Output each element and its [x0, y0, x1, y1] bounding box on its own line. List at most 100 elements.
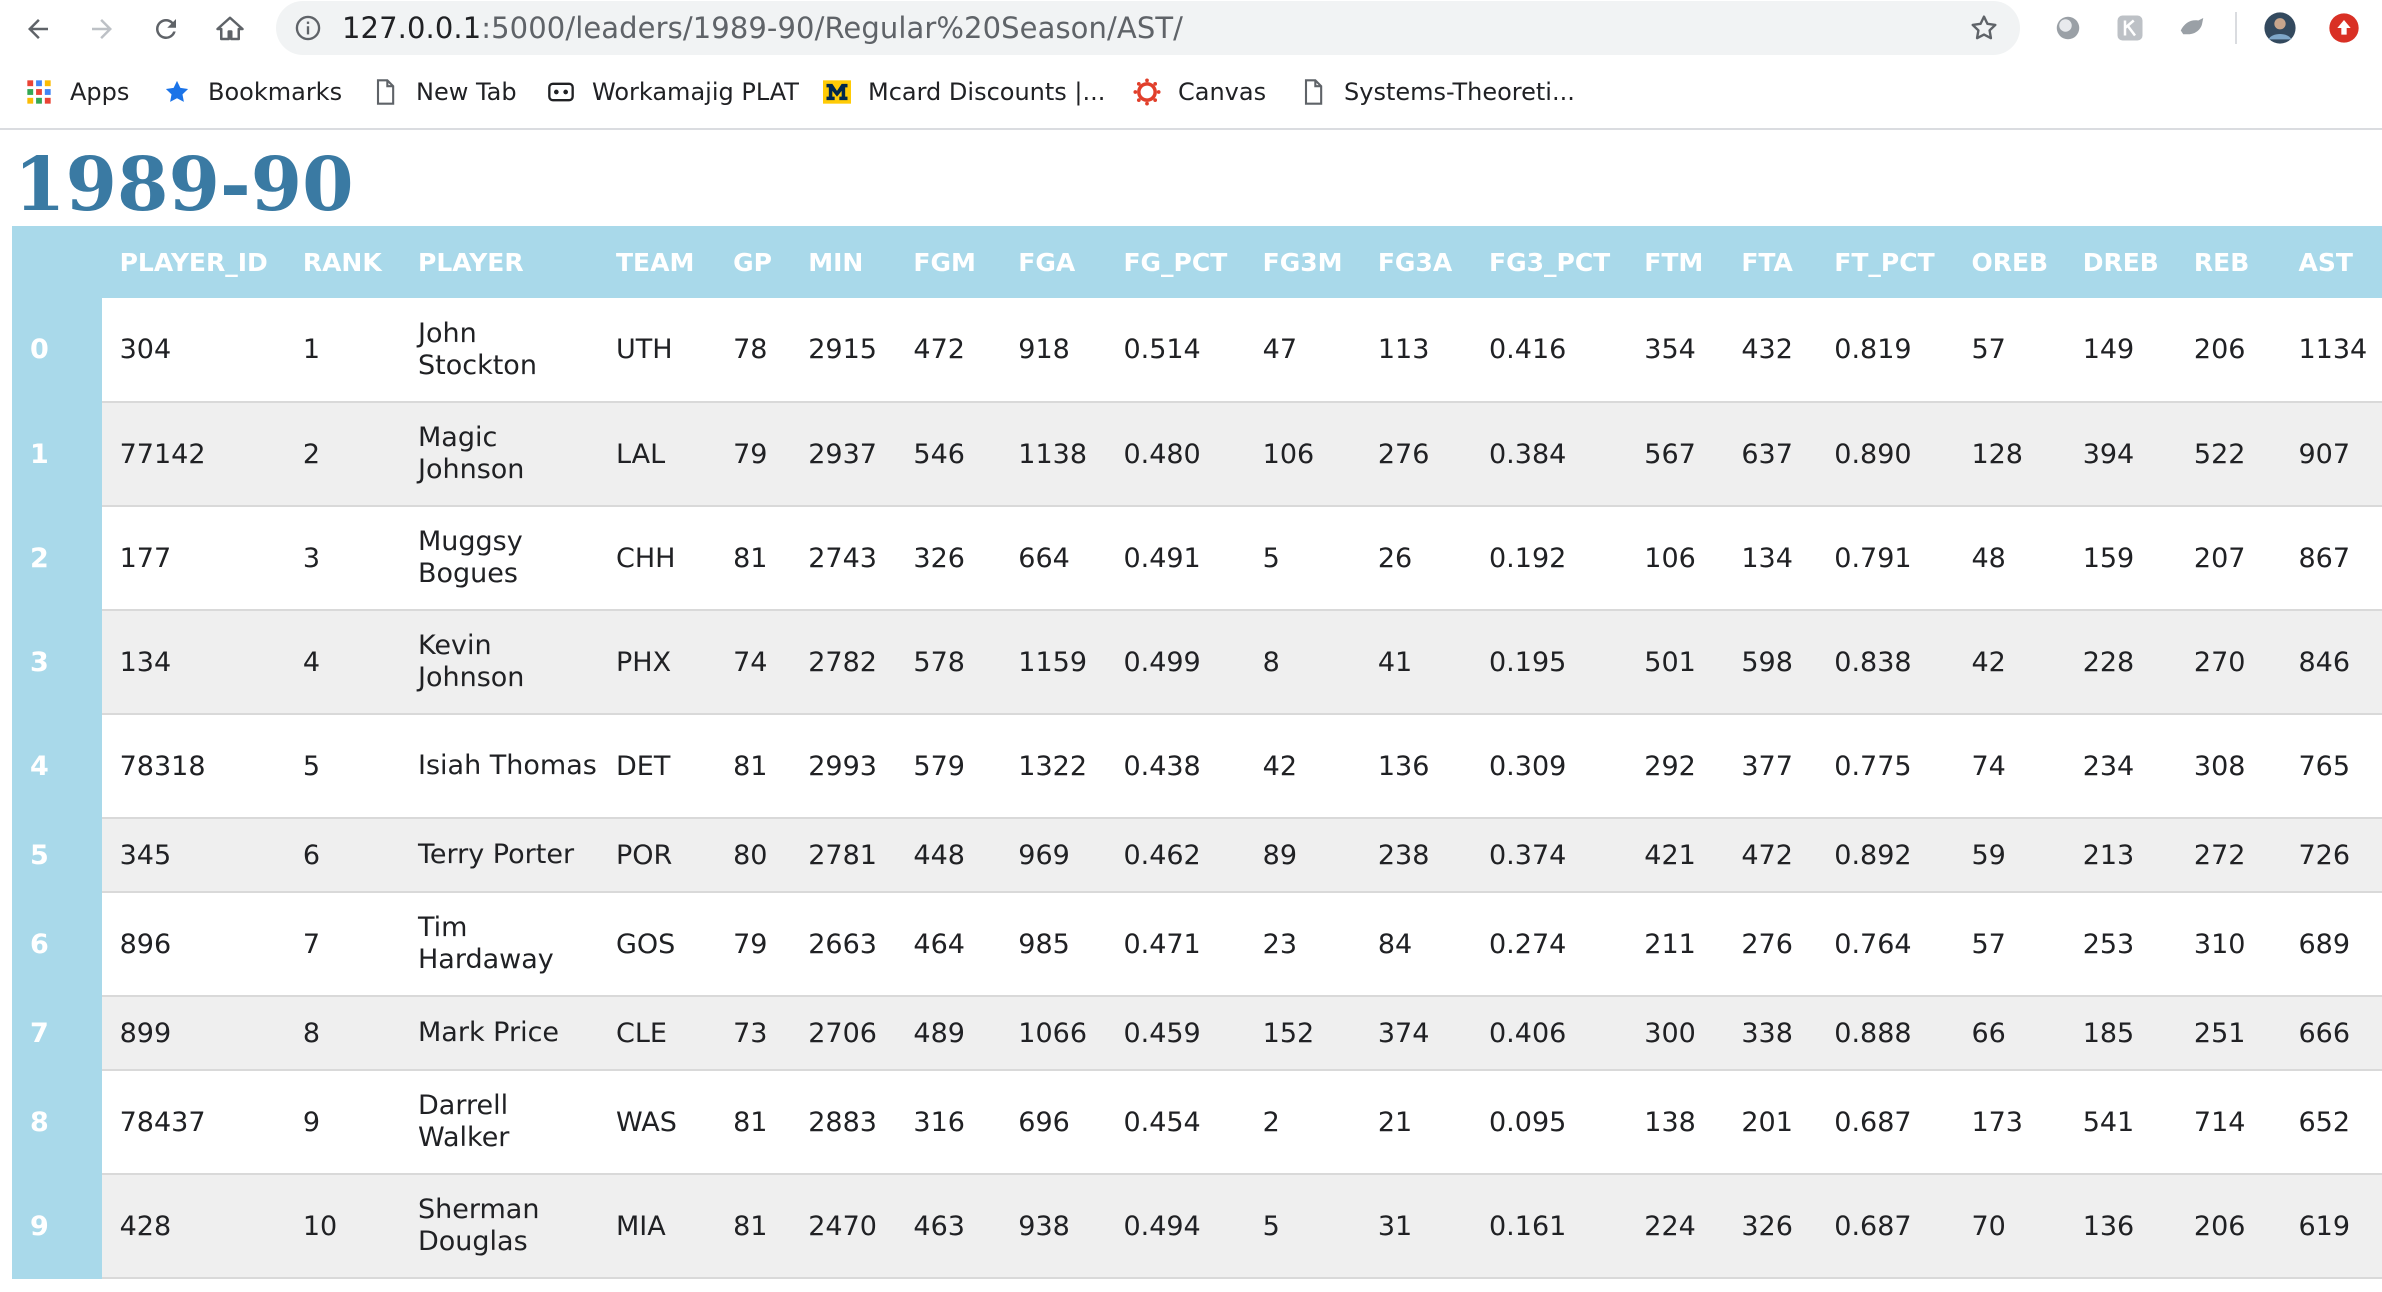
cell-team: LAL: [598, 402, 716, 507]
cell-player: Darrell Walker: [400, 1070, 598, 1175]
cell-oreb: 42: [1953, 610, 2065, 715]
cell-fg-pct: 0.494: [1105, 1174, 1245, 1279]
cell-min: 2470: [790, 1174, 896, 1279]
extension-circle-button[interactable]: [2050, 10, 2086, 46]
cell-player-id: 177: [101, 506, 285, 611]
browser-toolbar: 127.0.0.1:5000/leaders/1989-90/Regular%2…: [0, 0, 2382, 58]
column-header-fgm: FGM: [895, 226, 1001, 298]
cell-fgm: 316: [895, 1070, 1001, 1175]
row-index: 5: [12, 818, 102, 893]
column-header-gp: GP: [715, 226, 791, 298]
address-bar[interactable]: 127.0.0.1:5000/leaders/1989-90/Regular%2…: [276, 1, 2020, 55]
cell-reb: 522: [2175, 402, 2281, 507]
column-header-ast: AST: [2280, 226, 2382, 298]
cell-fgm: 448: [895, 818, 1001, 893]
column-header-min: MIN: [790, 226, 896, 298]
cell-player: Kevin Johnson: [400, 610, 598, 715]
cell-fta: 338: [1723, 996, 1817, 1071]
bookmark-workamajig[interactable]: Workamajig PLAT: [546, 72, 799, 112]
cell-gp: 80: [715, 818, 791, 893]
cell-dreb: 234: [2064, 714, 2176, 819]
cell-min: 2883: [790, 1070, 896, 1175]
table-row: 5 345 6 Terry Porter POR 80 2781 448 969 0.462 89 2…: [12, 818, 2382, 893]
update-button[interactable]: [2326, 10, 2362, 46]
table-row: 8 78437 9 Darrell Walker WAS 81 2883 316 696 0.45…: [12, 1070, 2382, 1175]
bookmark-mcard[interactable]: Mcard Discounts |...: [822, 72, 1105, 112]
bookmark-label: Canvas: [1178, 78, 1267, 106]
column-header-dreb: DREB: [2064, 226, 2176, 298]
extension-k-button[interactable]: [2112, 10, 2148, 46]
bookmark-star-icon[interactable]: [1968, 12, 2000, 44]
cell-fta: 134: [1723, 506, 1817, 611]
reload-button[interactable]: [146, 9, 186, 49]
cell-ast: 765: [2280, 714, 2382, 819]
cell-rank: 2: [284, 402, 400, 507]
cell-player: Terry Porter: [400, 818, 598, 893]
cell-ftm: 224: [1626, 1174, 1724, 1279]
cell-ft-pct: 0.892: [1816, 818, 1954, 893]
cell-fg-pct: 0.438: [1105, 714, 1245, 819]
toolbar-separator: [2235, 12, 2237, 44]
cell-player-id: 899: [101, 996, 285, 1071]
cell-fgm: 578: [895, 610, 1001, 715]
cell-fg-pct: 0.459: [1105, 996, 1245, 1071]
cell-dreb: 253: [2064, 892, 2176, 997]
cell-fg-pct: 0.471: [1105, 892, 1245, 997]
bookmark-canvas[interactable]: Canvas: [1132, 72, 1266, 112]
cell-ast: 652: [2280, 1070, 2382, 1175]
cell-player-id: 304: [101, 298, 285, 403]
cell-fg3-pct: 0.195: [1471, 610, 1627, 715]
cell-reb: 310: [2175, 892, 2281, 997]
cell-ftm: 138: [1626, 1070, 1724, 1175]
back-button[interactable]: [18, 9, 58, 49]
cell-dreb: 541: [2064, 1070, 2176, 1175]
cell-fg3-pct: 0.416: [1471, 298, 1627, 403]
cell-fg-pct: 0.454: [1105, 1070, 1245, 1175]
forward-button[interactable]: [82, 9, 122, 49]
cell-gp: 79: [715, 402, 791, 507]
cell-fg3-pct: 0.161: [1471, 1174, 1627, 1279]
cell-ftm: 292: [1626, 714, 1724, 819]
extension-puzzle-button[interactable]: [2174, 10, 2210, 46]
cell-ft-pct: 0.791: [1816, 506, 1954, 611]
cell-fta: 377: [1723, 714, 1817, 819]
cell-oreb: 48: [1953, 506, 2065, 611]
cell-fg-pct: 0.491: [1105, 506, 1245, 611]
column-header-fg3a: FG3A: [1359, 226, 1471, 298]
cell-ft-pct: 0.890: [1816, 402, 1954, 507]
cell-ast: 666: [2280, 996, 2382, 1071]
cell-min: 2937: [790, 402, 896, 507]
cell-fg3a: 276: [1359, 402, 1471, 507]
cell-fgm: 579: [895, 714, 1001, 819]
workamajig-icon: [546, 77, 576, 107]
cell-fg3m: 5: [1244, 1174, 1360, 1279]
cell-team: CHH: [598, 506, 716, 611]
column-header-team: TEAM: [598, 226, 716, 298]
home-button[interactable]: [210, 9, 250, 49]
table-row: 7 899 8 Mark Price CLE 73 2706 489 1066 0.459 152 3…: [12, 996, 2382, 1071]
cell-player-id: 78437: [101, 1070, 285, 1175]
cell-fg3a: 374: [1359, 996, 1471, 1071]
column-header-fg3m: FG3M: [1244, 226, 1360, 298]
cell-player-id: 77142: [101, 402, 285, 507]
cell-ast: 907: [2280, 402, 2382, 507]
reload-icon: [156, 18, 176, 39]
cell-player-id: 428: [101, 1174, 285, 1279]
star-icon: [162, 77, 192, 107]
bookmark-new-tab[interactable]: New Tab: [370, 72, 517, 112]
profile-avatar[interactable]: [2262, 10, 2298, 46]
cell-fg3m: 2: [1244, 1070, 1360, 1175]
bookmark-systems-theoretic[interactable]: Systems-Theoreti...: [1298, 72, 1575, 112]
cell-gp: 73: [715, 996, 791, 1071]
bookmark-bookmarks[interactable]: Bookmarks: [162, 72, 342, 112]
cell-player: Isiah Thomas: [400, 714, 598, 819]
cell-fta: 598: [1723, 610, 1817, 715]
site-info-icon[interactable]: [294, 14, 322, 42]
cell-fg-pct: 0.514: [1105, 298, 1245, 403]
cell-player: Muggsy Bogues: [400, 506, 598, 611]
url-text[interactable]: 127.0.0.1:5000/leaders/1989-90/Regular%2…: [342, 12, 1183, 44]
cell-team: PHX: [598, 610, 716, 715]
column-header-fg-pct: FG_PCT: [1105, 226, 1245, 298]
cell-player-id: 134: [101, 610, 285, 715]
bookmark-apps[interactable]: Apps: [24, 72, 129, 112]
